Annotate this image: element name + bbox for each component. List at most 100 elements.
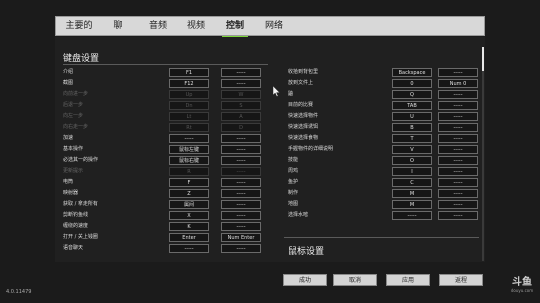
secondary-key-button[interactable]: ----- <box>438 145 478 154</box>
scrollbar-thumb[interactable] <box>482 47 484 71</box>
primary-key-button[interactable]: R <box>169 167 209 176</box>
primary-key-button[interactable]: Z <box>169 189 209 198</box>
primary-key-button[interactable]: I <box>392 167 432 176</box>
primary-key-button[interactable]: M <box>392 189 432 198</box>
primary-key-button[interactable]: Enter <box>169 233 209 242</box>
primary-key-button[interactable]: T <box>392 134 432 143</box>
primary-key-button[interactable]: TAB <box>392 101 432 110</box>
keybind-row: 打开 / 关上钱圈 Enter Num Enter <box>63 232 263 243</box>
keybind-row: 截图 F12 ----- <box>63 78 263 89</box>
secondary-key-button[interactable]: D <box>221 123 261 132</box>
tab-network[interactable]: 网络 <box>260 17 288 36</box>
keybind-action-label: 快速选择食物 <box>288 135 319 141</box>
keybind-row: 后退一步 Dn S <box>63 100 263 111</box>
primary-key-button[interactable]: Dn <box>169 101 209 110</box>
secondary-key-button[interactable]: ----- <box>221 156 261 165</box>
tab-controls[interactable]: 控制 <box>222 17 248 38</box>
primary-key-button[interactable]: Up <box>169 90 209 99</box>
secondary-key-button[interactable]: ----- <box>438 211 478 220</box>
section-divider <box>284 237 479 238</box>
keybind-action-label: 打开 / 关上钱圈 <box>63 234 98 240</box>
primary-key-button[interactable]: ----- <box>392 211 432 220</box>
default-button[interactable]: 返程 <box>439 274 483 286</box>
primary-key-button[interactable]: F12 <box>169 79 209 88</box>
secondary-key-button[interactable]: A <box>221 112 261 121</box>
keybind-row: 制作 M ----- <box>288 188 483 199</box>
primary-key-button[interactable]: ----- <box>169 244 209 253</box>
secondary-key-button[interactable]: ----- <box>221 134 261 143</box>
keybind-row: 剪断钓鱼线 X ----- <box>63 210 263 221</box>
primary-key-button[interactable]: 鼠标左键 <box>169 145 209 154</box>
primary-key-button[interactable]: Backspace <box>392 68 432 77</box>
keybind-action-label: 制作 <box>288 190 299 196</box>
keybind-action-label: 技能 <box>288 157 299 163</box>
keybind-row: 放到文件上 0 Num 0 <box>288 78 483 89</box>
secondary-key-button[interactable]: ----- <box>438 178 478 187</box>
secondary-key-button[interactable]: ----- <box>221 79 261 88</box>
primary-key-button[interactable]: 属间 <box>169 200 209 209</box>
apply-button[interactable]: 应用 <box>386 274 430 286</box>
keybind-action-label: 后退一步 <box>63 102 84 108</box>
primary-key-button[interactable]: B <box>392 123 432 132</box>
keybind-action-label: 放到文件上 <box>288 80 314 86</box>
keybind-action-label: 介绍 <box>63 69 74 75</box>
primary-key-button[interactable]: Lt <box>169 112 209 121</box>
secondary-key-button[interactable]: ----- <box>438 90 478 99</box>
primary-key-button[interactable]: ----- <box>169 134 209 143</box>
primary-key-button[interactable]: K <box>169 222 209 231</box>
keybind-action-label: 目前的比赛 <box>288 102 314 108</box>
primary-key-button[interactable]: 鼠标右键 <box>169 156 209 165</box>
primary-key-button[interactable]: O <box>392 156 432 165</box>
secondary-key-button[interactable]: ----- <box>438 68 478 77</box>
tab-chat[interactable]: 聊 <box>108 17 128 36</box>
secondary-key-button[interactable]: ----- <box>221 68 261 77</box>
keybind-action-label: 向左一步 <box>63 113 84 119</box>
ok-button[interactable]: 成功 <box>283 274 327 286</box>
tab-main[interactable]: 主要的 <box>60 17 98 36</box>
secondary-key-button[interactable]: ----- <box>221 211 261 220</box>
primary-key-button[interactable]: F1 <box>169 68 209 77</box>
keybind-row: 鼬 Q ----- <box>288 89 483 100</box>
secondary-key-button[interactable]: Num Enter <box>221 233 261 242</box>
primary-key-button[interactable]: X <box>169 211 209 220</box>
secondary-key-button[interactable]: ----- <box>221 178 261 187</box>
keybind-row: 介绍 F1 ----- <box>63 67 263 78</box>
secondary-key-button[interactable]: ----- <box>221 244 261 253</box>
secondary-key-button[interactable]: ----- <box>221 222 261 231</box>
cancel-button[interactable]: 取消 <box>333 274 377 286</box>
secondary-key-button[interactable]: ----- <box>438 123 478 132</box>
tab-video[interactable]: 视频 <box>182 17 210 36</box>
keybind-action-label: 向右走一步 <box>63 124 89 130</box>
secondary-key-button[interactable]: ----- <box>438 200 478 209</box>
keybind-row: 基本操作 鼠标左键 ----- <box>63 144 263 155</box>
secondary-key-button[interactable]: ----- <box>438 134 478 143</box>
secondary-key-button[interactable]: ----- <box>438 156 478 165</box>
keybind-action-label: 缠绕的速度 <box>63 223 89 229</box>
primary-key-button[interactable]: V <box>392 145 432 154</box>
primary-key-button[interactable]: U <box>392 112 432 121</box>
secondary-key-button[interactable]: ----- <box>438 189 478 198</box>
keybind-action-label: 电筒 <box>63 179 74 185</box>
scrollbar-track[interactable] <box>482 47 484 261</box>
primary-key-button[interactable]: 0 <box>392 79 432 88</box>
keybind-row: 快速选择食物 T ----- <box>288 133 483 144</box>
keybind-row: 地图 M ----- <box>288 199 483 210</box>
secondary-key-button[interactable]: ----- <box>438 112 478 121</box>
secondary-key-button[interactable]: ----- <box>221 145 261 154</box>
primary-key-button[interactable]: F <box>169 178 209 187</box>
secondary-key-button[interactable]: ----- <box>221 189 261 198</box>
secondary-key-button[interactable]: W <box>221 90 261 99</box>
secondary-key-button[interactable]: ----- <box>221 200 261 209</box>
primary-key-button[interactable]: M <box>392 200 432 209</box>
secondary-key-button[interactable]: S <box>221 101 261 110</box>
primary-key-button[interactable]: Rt <box>169 123 209 132</box>
secondary-key-button[interactable]: ----- <box>438 101 478 110</box>
secondary-key-button[interactable]: ----- <box>221 167 261 176</box>
primary-key-button[interactable]: Q <box>392 90 432 99</box>
tab-audio[interactable]: 音频 <box>144 17 172 36</box>
secondary-key-button[interactable]: ----- <box>438 167 478 176</box>
mouse-settings-title: 鼠标设置 <box>288 247 325 257</box>
keybind-action-label: 必选其一的操作 <box>63 157 99 163</box>
secondary-key-button[interactable]: Num 0 <box>438 79 478 88</box>
primary-key-button[interactable]: C <box>392 178 432 187</box>
